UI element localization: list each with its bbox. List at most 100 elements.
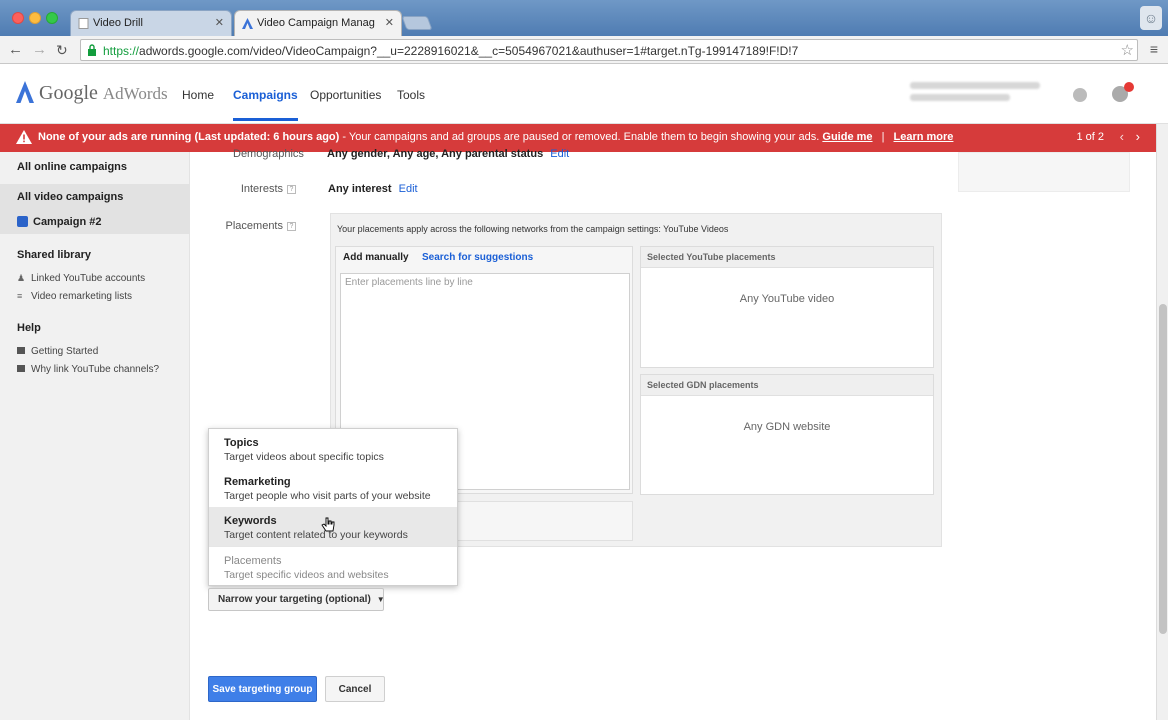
nav-campaigns[interactable]: Campaigns (233, 88, 298, 121)
bookmark-star-icon[interactable]: ☆ (1121, 41, 1134, 59)
minimize-window-button[interactable] (29, 12, 41, 24)
selected-gdn-panel: Selected GDN placements Any GDN website (640, 374, 934, 495)
account-switcher[interactable] (910, 82, 1050, 108)
maximize-window-button[interactable] (46, 12, 58, 24)
help-icon[interactable]: ? (287, 222, 296, 231)
address-bar[interactable]: https://adwords.google.com/video/VideoCa… (80, 39, 1138, 61)
person-icon: ♟ (17, 273, 26, 283)
browser-menu-icon[interactable]: ≡ (1150, 41, 1158, 57)
placements-note: Your placements apply across the followi… (337, 224, 729, 234)
menu-item-remarketing[interactable]: Remarketing Target people who visit part… (209, 468, 457, 507)
browser-titlebar: Video Drill ✕ Video Campaign Manag ✕ ☺ (0, 0, 1168, 36)
narrow-targeting-menu: Topics Target videos about specific topi… (208, 428, 458, 586)
alert-title: None of your ads are running (Last updat… (38, 131, 340, 143)
tab-search-suggestions[interactable]: Search for suggestions (422, 252, 533, 263)
sidebar-video-remarketing-label: Video remarketing lists (31, 291, 132, 302)
narrow-targeting-label: Narrow your targeting (optional) (218, 594, 371, 605)
sidebar-why-link[interactable]: Why link YouTube channels? (0, 364, 190, 375)
gear-icon[interactable] (1073, 88, 1087, 102)
menu-item-title: Placements (224, 555, 282, 567)
selected-youtube-header: Selected YouTube placements (641, 247, 933, 268)
warning-icon (16, 130, 32, 144)
menu-item-desc: Target content related to your keywords (224, 529, 408, 541)
adwords-favicon-icon (242, 18, 253, 29)
close-window-button[interactable] (12, 12, 24, 24)
selected-youtube-panel: Selected YouTube placements Any YouTube … (640, 246, 934, 368)
url-text: adwords.google.com/video/VideoCampaign?_… (139, 44, 799, 58)
sidebar-linked-youtube-label: Linked YouTube accounts (31, 273, 146, 284)
alert-pager: 1 of 2 (1076, 131, 1104, 143)
sidebar-why-link-label: Why link YouTube channels? (31, 364, 160, 375)
adwords-header: Google AdWords Home Campaigns Opportunit… (0, 64, 1168, 124)
campaign-icon (17, 216, 28, 227)
page-icon (78, 18, 89, 29)
tab-add-manually[interactable]: Add manually (343, 252, 409, 263)
alert-bar: None of your ads are running (Last updat… (0, 124, 1156, 152)
new-tab-button[interactable] (401, 16, 433, 30)
profile-icon[interactable]: ☺ (1140, 6, 1162, 30)
menu-item-topics[interactable]: Topics Target videos about specific topi… (209, 429, 457, 468)
reload-icon[interactable]: ↻ (56, 41, 68, 59)
video-icon (17, 347, 25, 354)
tab-title: Video Campaign Manag (257, 17, 375, 29)
sidebar-help[interactable]: Help (0, 322, 190, 334)
tab-close-icon[interactable]: ✕ (385, 16, 394, 29)
menu-item-desc: Target videos about specific topics (224, 451, 384, 463)
scrollbar-thumb[interactable] (1159, 304, 1167, 634)
sidebar-campaign-item[interactable]: Campaign #2 (0, 210, 190, 234)
sidebar-shared-library[interactable]: Shared library (0, 249, 190, 261)
interests-value-text: Any interest (328, 183, 392, 195)
guide-me-link[interactable]: Guide me (822, 131, 872, 143)
interests-edit-link[interactable]: Edit (399, 183, 418, 195)
forward-arrow-icon[interactable]: → (32, 41, 47, 59)
interests-label-row: Interests? (191, 183, 296, 195)
narrow-targeting-button[interactable]: Narrow your targeting (optional) ▼ (208, 588, 385, 611)
logo-adwords-text: AdWords (102, 84, 168, 103)
sidebar: All online campaigns All video campaigns… (0, 152, 190, 720)
placements-label: Placements (225, 220, 283, 232)
help-icon[interactable]: ? (287, 185, 296, 194)
sidebar-getting-started[interactable]: Getting Started (0, 346, 190, 357)
menu-item-placements: Placements Target specific videos and we… (209, 547, 457, 586)
menu-item-desc: Target people who visit parts of your we… (224, 490, 431, 502)
page-scrollbar[interactable] (1156, 124, 1168, 720)
nav-home[interactable]: Home (182, 88, 214, 102)
chevron-left-icon[interactable]: ‹ (1120, 129, 1124, 144)
browser-tab-video-campaign[interactable]: Video Campaign Manag ✕ (234, 10, 402, 36)
sidebar-all-video-campaigns[interactable]: All video campaigns (0, 184, 190, 210)
demographics-label: Demographics (233, 148, 304, 160)
chevron-right-icon[interactable]: › (1136, 129, 1140, 144)
placements-label-row: Placements? (191, 220, 296, 232)
alert-separator: | (881, 131, 885, 143)
targeting-editor: Demographics Any gender, Any age, Any pa… (191, 148, 1156, 720)
selected-gdn-value: Any GDN website (743, 421, 831, 433)
sidebar-linked-youtube[interactable]: ♟ Linked YouTube accounts (0, 273, 190, 284)
demographics-value: Any gender, Any age, Any parental status… (327, 148, 569, 160)
nav-tools[interactable]: Tools (397, 88, 425, 102)
browser-toolbar: ← → ↻ https://adwords.google.com/video/V… (0, 36, 1168, 64)
adwords-logo-icon (16, 81, 34, 103)
demographics-edit-link[interactable]: Edit (550, 148, 569, 160)
save-targeting-group-button[interactable]: Save targeting group (208, 676, 317, 702)
caret-down-icon: ▼ (376, 595, 385, 604)
url-scheme: https:// (103, 44, 140, 58)
nav-opportunities[interactable]: Opportunities (310, 88, 381, 102)
tab-close-icon[interactable]: ✕ (215, 16, 224, 29)
back-arrow-icon[interactable]: ← (8, 41, 23, 59)
browser-tab-video-drill[interactable]: Video Drill ✕ (70, 10, 232, 36)
interests-value: Any interest Edit (328, 183, 418, 195)
sidebar-video-remarketing[interactable]: ≡ Video remarketing lists (0, 291, 190, 302)
list-icon: ≡ (17, 291, 23, 301)
cancel-button[interactable]: Cancel (325, 676, 385, 702)
lock-icon (88, 44, 96, 56)
menu-item-title: Keywords (224, 515, 277, 527)
logo-google-text: Google (39, 82, 98, 104)
video-icon (17, 365, 25, 372)
interests-label: Interests (240, 183, 283, 195)
hand-cursor-icon (321, 517, 335, 532)
learn-more-link[interactable]: Learn more (894, 131, 954, 143)
alert-message: - Your campaigns and ad groups are pause… (339, 131, 820, 143)
sidebar-campaign-label: Campaign #2 (33, 216, 102, 228)
sidebar-all-online-campaigns[interactable]: All online campaigns (0, 161, 190, 173)
notification-badge (1124, 82, 1134, 92)
